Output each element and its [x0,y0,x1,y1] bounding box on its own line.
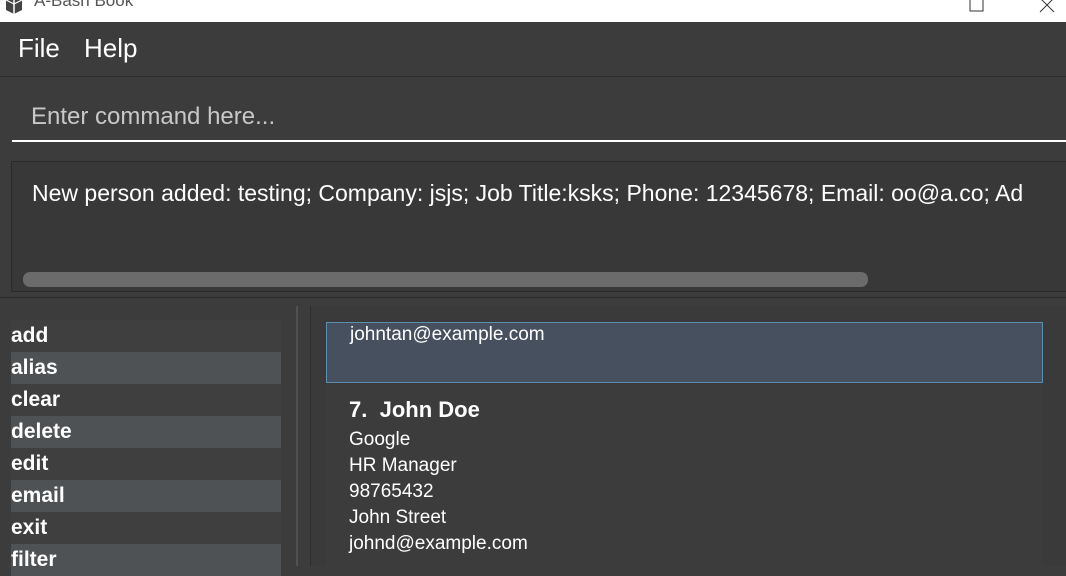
person-name-text: John Doe [379,397,480,422]
result-display: New person added: testing; Company: jsjs… [11,161,1066,292]
menu-bar: File Help [0,22,1066,77]
person-address: John Street [349,507,447,528]
command-list-item-add[interactable]: add [11,320,281,352]
person-email: johnd@example.com [349,533,528,554]
app-logo-icon [5,0,23,14]
command-list-item-exit[interactable]: exit [11,512,281,544]
command-input[interactable] [12,94,1066,142]
command-list-item-clear[interactable]: clear [11,384,281,416]
menu-help[interactable]: Help [84,33,137,63]
person-email: johntan@example.com [350,324,545,345]
main-content: add alias clear delete edit email exit f… [0,297,1066,576]
command-list-item-alias[interactable]: alias [11,352,281,384]
person-index: 7. [349,397,368,422]
person-card-selected[interactable]: johntan@example.com [326,322,1043,383]
person-job-title: HR Manager [349,455,457,476]
title-bar: A-Bash Book [0,0,1066,22]
window-title: A-Bash Book [34,0,134,10]
command-list-item-edit[interactable]: edit [11,448,281,480]
maximize-icon[interactable] [968,0,986,14]
panel-divider[interactable] [296,306,298,566]
person-name: 7. John Doe [349,396,480,424]
result-message: New person added: testing; Company: jsjs… [32,180,1024,206]
person-list: johntan@example.com 7. John Doe Google H… [310,306,1066,566]
person-card[interactable]: 7. John Doe Google HR Manager 98765432 J… [326,384,1043,566]
result-horizontal-scrollbar[interactable] [23,272,868,287]
close-icon[interactable] [1038,0,1056,14]
command-box-area [0,77,1066,153]
menu-file[interactable]: File [18,33,60,63]
command-list-item-email[interactable]: email [11,480,281,512]
command-list-item-delete[interactable]: delete [11,416,281,448]
person-phone: 98765432 [349,481,434,502]
person-company: Google [349,429,411,450]
command-list: add alias clear delete edit email exit f… [11,320,281,576]
command-list-item-filter[interactable]: filter [11,544,281,576]
